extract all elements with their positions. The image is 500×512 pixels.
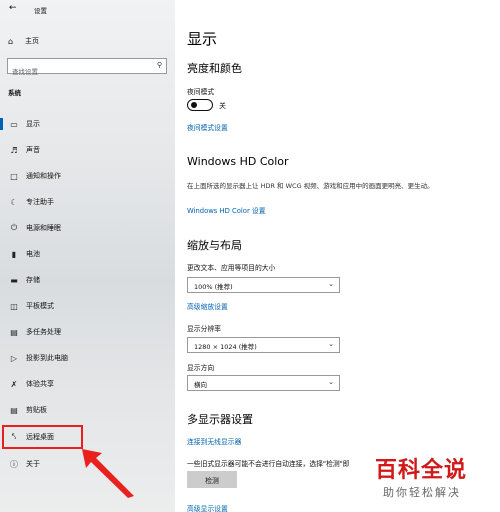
sidebar-item-label: 剪贴板	[26, 406, 47, 414]
sidebar-item-clipboard[interactable]: ▤ 剪贴板	[0, 401, 175, 419]
chevron-down-icon: ⌄	[328, 378, 334, 386]
sidebar-item-label: 存储	[26, 276, 40, 284]
project-icon: ▷	[10, 353, 18, 363]
brightness-heading: 亮度和颜色	[187, 62, 242, 75]
search-input[interactable]	[8, 65, 148, 79]
sidebar-item-power-sleep[interactable]: ⏻ 电源和睡眠	[0, 219, 175, 237]
sidebar-item-battery[interactable]: ▮ 电池	[0, 245, 175, 263]
search-icon[interactable]: ⚲	[157, 61, 162, 69]
night-mode-state: 关	[219, 102, 226, 110]
scale-heading: 缩放与布局	[187, 239, 242, 252]
hdr-settings-link[interactable]: Windows HD Color 设置	[187, 205, 266, 215]
watermark-subtitle: 助你轻松解决	[383, 486, 461, 499]
storage-icon: ▬	[10, 275, 18, 285]
moon-icon: ☾	[10, 197, 18, 207]
home-label: 主页	[25, 37, 39, 45]
sidebar-item-multitasking[interactable]: ▤ 多任务处理	[0, 323, 175, 341]
home-icon: ⌂	[8, 36, 14, 46]
sidebar-item-label: 声音	[26, 146, 40, 154]
sidebar-item-shared-experiences[interactable]: ✗ 体验共享	[0, 375, 175, 393]
sidebar-item-label: 多任务处理	[26, 328, 61, 336]
sidebar-item-storage[interactable]: ▬ 存储	[0, 271, 175, 289]
sidebar-item-notifications[interactable]: □ 通知和操作	[0, 167, 175, 185]
sidebar-item-label: 专注助手	[26, 198, 54, 206]
sidebar-item-display[interactable]: ▭ 显示	[0, 115, 175, 133]
speaker-icon: ♬	[10, 145, 18, 155]
sidebar: ← 设置 ⌂ 主页 ⚲ 系统 ▭ 显示 ♬ 声音 □ 通知和操作 ☾ 专注助手 …	[0, 0, 175, 512]
resolution-value: 1280 × 1024 (推荐)	[194, 343, 257, 351]
sidebar-item-project-to-pc[interactable]: ▷ 投影到此电脑	[0, 349, 175, 367]
share-icon: ✗	[10, 379, 18, 389]
highlight-box	[2, 425, 83, 449]
tablet-icon: ◫	[10, 301, 18, 311]
night-mode-label: 夜间模式	[187, 88, 215, 96]
red-arrow-annotation	[82, 449, 134, 498]
orientation-value: 横向	[194, 381, 207, 389]
chevron-down-icon: ⌄	[328, 280, 334, 288]
scale-value: 100% (推荐)	[194, 283, 233, 291]
hdr-heading: Windows HD Color	[187, 155, 289, 168]
night-mode-toggle[interactable]	[187, 99, 213, 111]
page-title: 显示	[187, 30, 218, 48]
section-label-system: 系统	[8, 89, 21, 97]
window-title: 设置	[34, 7, 47, 15]
scale-dropdown[interactable]: 100% (推荐) ⌄	[187, 277, 340, 293]
battery-icon: ▮	[11, 249, 17, 259]
home-nav-item[interactable]: ⌂ 主页	[8, 35, 39, 47]
watermark-title: 百科全说	[375, 458, 468, 483]
hdr-description: 在上面所选的显示器上让 HDR 和 WCG 视频、游戏和应用中的画面更明亮、更生…	[187, 182, 434, 190]
advanced-display-link[interactable]: 高级显示设置	[187, 503, 228, 512]
sidebar-item-label: 显示	[26, 120, 40, 128]
toggle-knob	[191, 102, 197, 108]
back-arrow-icon[interactable]: ←	[9, 3, 17, 13]
orientation-dropdown[interactable]: 横向 ⌄	[187, 375, 340, 391]
multi-display-heading: 多显示器设置	[187, 413, 253, 426]
resolution-dropdown[interactable]: 1280 × 1024 (推荐) ⌄	[187, 337, 340, 353]
resolution-label: 显示分辨率	[187, 325, 221, 333]
main-panel: 显示 亮度和颜色 夜间模式 关 夜间模式设置 Windows HD Color …	[175, 0, 500, 512]
notification-icon: □	[10, 171, 18, 181]
detect-button[interactable]: 检测	[187, 471, 237, 488]
sidebar-item-label: 电池	[26, 250, 40, 258]
wireless-display-link[interactable]: 连接到无线显示器	[187, 436, 241, 446]
search-box[interactable]: ⚲	[7, 58, 167, 79]
sidebar-item-tablet-mode[interactable]: ◫ 平板模式	[0, 297, 175, 315]
monitor-icon: ▭	[10, 119, 18, 129]
sidebar-item-label: 关于	[26, 460, 40, 468]
sidebar-item-label: 平板模式	[26, 302, 54, 310]
sidebar-item-label: 投影到此电脑	[26, 354, 68, 362]
orientation-label: 显示方向	[187, 364, 215, 372]
sidebar-item-sound[interactable]: ♬ 声音	[0, 141, 175, 159]
sidebar-item-label: 电源和睡眠	[26, 224, 61, 232]
power-icon: ⏻	[10, 223, 18, 232]
sidebar-item-focus-assist[interactable]: ☾ 专注助手	[0, 193, 175, 211]
title-bar: ← 设置	[0, 0, 175, 20]
clipboard-icon: ▤	[10, 405, 18, 415]
scale-label: 更改文本、应用等项目的大小	[187, 264, 276, 272]
info-icon: ⓘ	[10, 459, 18, 469]
sidebar-item-label: 体验共享	[26, 380, 54, 388]
advanced-scaling-link[interactable]: 高级缩放设置	[187, 301, 228, 311]
multitask-icon: ▤	[10, 327, 18, 337]
chevron-down-icon: ⌄	[328, 340, 334, 348]
night-mode-settings-link[interactable]: 夜间模式设置	[187, 122, 228, 132]
sidebar-item-label: 通知和操作	[26, 172, 61, 180]
